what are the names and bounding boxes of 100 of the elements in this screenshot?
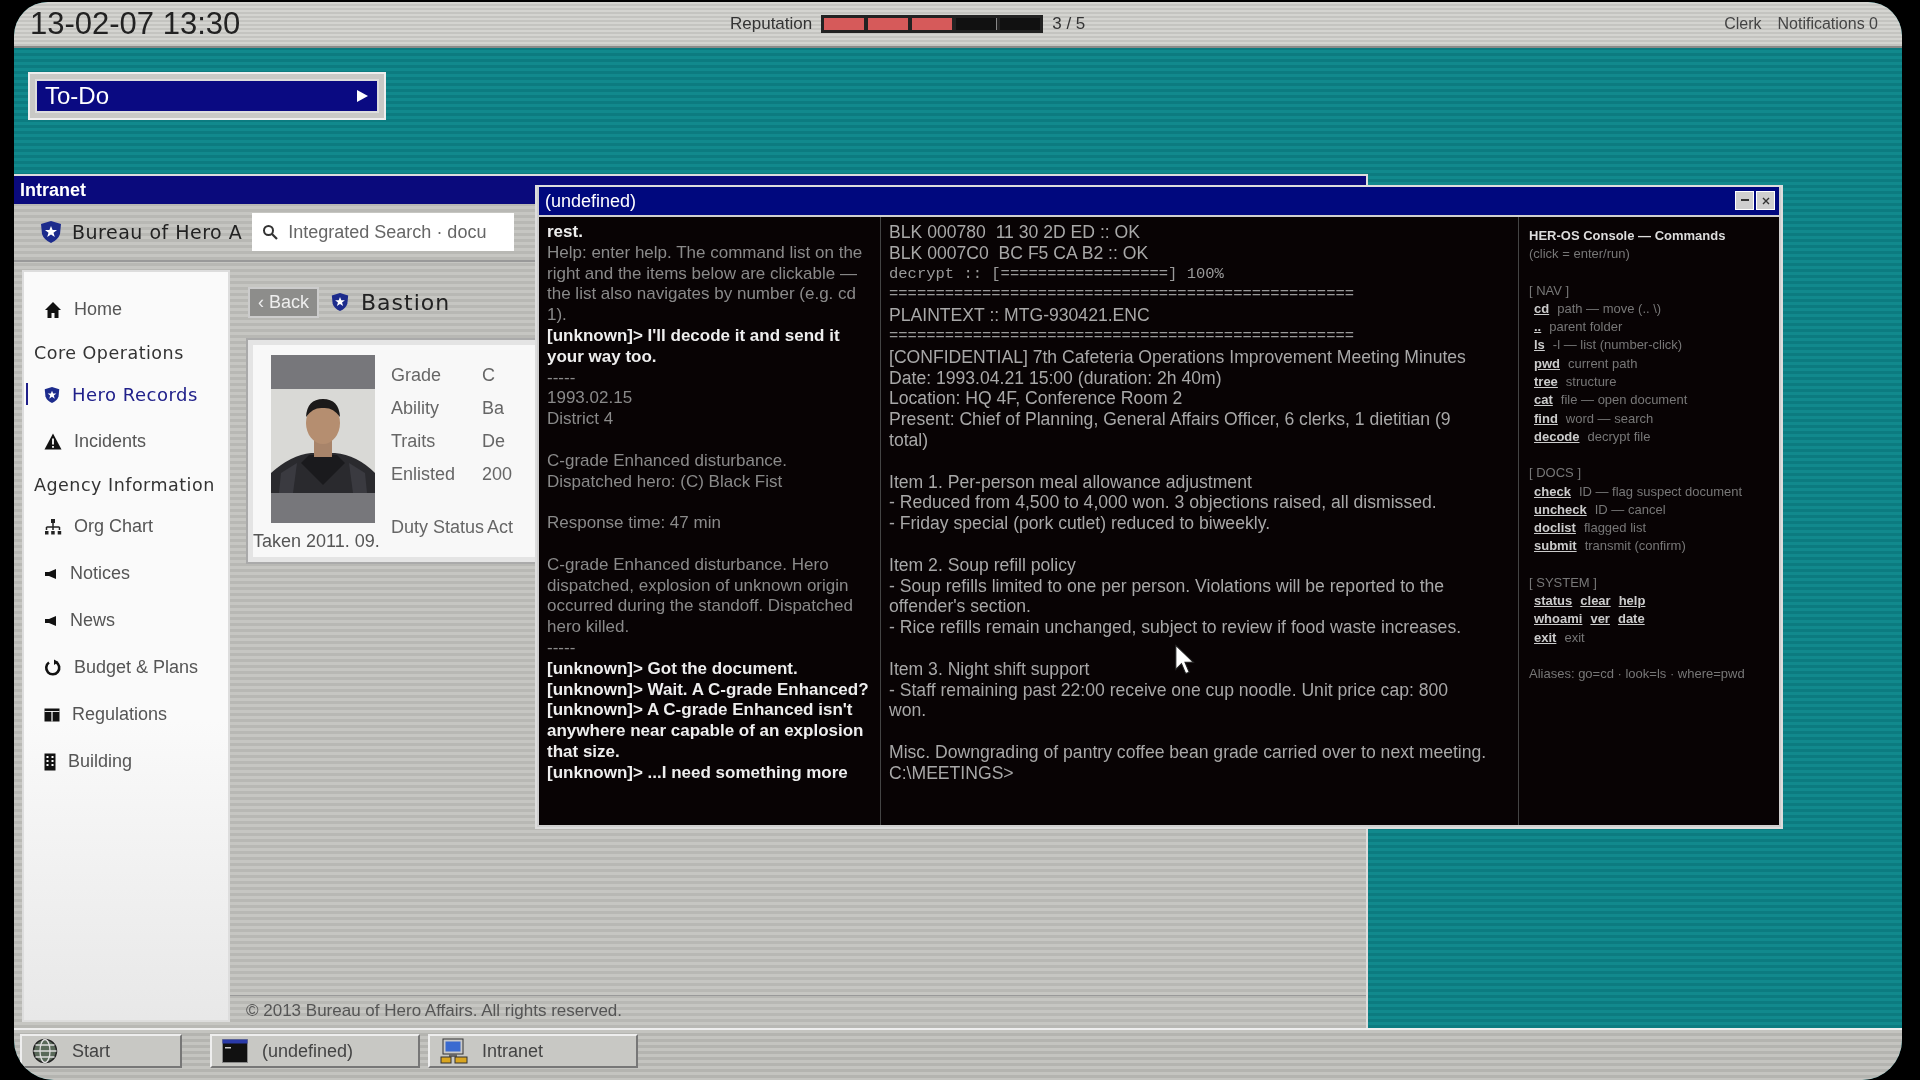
field-label: Enlisted	[391, 464, 457, 485]
console-line: Item 3. Night shift support	[889, 658, 1090, 680]
search-icon	[262, 224, 279, 240]
console-line: [unknown]> Wait. A C-grade Enhanced?	[547, 679, 869, 701]
console-line: -----	[547, 367, 576, 389]
field-value: Act	[487, 517, 514, 538]
console-line: - Rice refills remain unchanged, subject to review if food waste increases.	[889, 617, 1462, 638]
console-line: [unknown]> I'll decode it and send it your way too.	[547, 326, 841, 368]
sidebar-item[interactable]: News	[24, 597, 228, 644]
computer-icon	[440, 1038, 468, 1064]
console-line: [CONFIDENTIAL] 7th Cafeteria Operations Improvement Meeting Minutes	[889, 346, 1466, 368]
shield-icon	[331, 292, 349, 312]
sidebar-item[interactable]: Regulations	[24, 691, 228, 738]
building-icon	[44, 752, 56, 771]
sidebar-item[interactable]: Hero Records	[24, 371, 228, 418]
section-heading: [ SYSTEM ]	[1529, 573, 1598, 592]
sidebar-heading: Agency Information	[33, 474, 216, 497]
command-link[interactable]: uncheck	[1534, 500, 1587, 520]
field-value: De	[482, 431, 505, 452]
command-link[interactable]: exit	[1534, 628, 1557, 647]
minimize-icon	[1740, 199, 1749, 202]
command-link[interactable]: pwd	[1534, 354, 1560, 374]
sidebar-item[interactable]: Org Chart	[24, 503, 228, 550]
console-line: Location: HQ 4F, Conference Room 2	[889, 388, 1183, 410]
console-line: Response time: 47 min	[547, 513, 721, 534]
terminal-icon	[222, 1039, 248, 1063]
console-line: ==================================================	[889, 284, 1355, 306]
command-link[interactable]: cd	[1534, 299, 1550, 319]
command-link[interactable]: tree	[1534, 373, 1558, 392]
command-link[interactable]: ls	[1534, 336, 1545, 355]
close-button[interactable]	[1756, 191, 1775, 210]
sidebar-item[interactable]: Notices	[24, 550, 228, 597]
console-line: - Reduced from 4,500 to 4,000 won. 3 objections raised, all dismissed.	[889, 492, 1437, 514]
notifications-link[interactable]: Notifications 0	[1777, 15, 1878, 33]
command-link[interactable]: date	[1617, 610, 1645, 629]
aliases-text: Aliases: go=cd · look=ls · where=pwd	[1529, 664, 1746, 683]
commands-hint: (click = enter/run)	[1529, 245, 1631, 264]
command-description: path — move (.. \)	[1557, 299, 1662, 318]
console-line: C-grade Enhanced disturbance. Hero dispatched, explosion of unknown origin occurred during the standoff. Dispatched hero killed.	[547, 554, 854, 638]
sidebar-item[interactable]: Incidents	[24, 418, 228, 465]
photo-caption: Taken 2011. 09.	[253, 531, 381, 552]
command-description: ID — cancel	[1594, 500, 1666, 519]
commands-title: HER-OS Console — Commands	[1529, 227, 1727, 245]
command-link[interactable]: clear	[1580, 592, 1611, 611]
console-line: Misc. Downgrading of pantry coffee bean grade carried over to next meeting.	[889, 741, 1487, 763]
command-link[interactable]: cat	[1534, 391, 1553, 410]
field-value: C	[482, 365, 495, 386]
console-line: Dispatched hero: (C) Black Fist	[547, 471, 783, 493]
command-link[interactable]: check	[1534, 482, 1571, 501]
console-line: [unknown]> ...I need something more	[547, 762, 848, 784]
play-icon	[355, 89, 369, 103]
command-description: transmit (confirm)	[1584, 537, 1686, 556]
command-description: -l — list (number-click)	[1552, 336, 1683, 355]
command-link[interactable]: ver	[1590, 610, 1610, 629]
shield-icon	[44, 385, 60, 404]
shield-icon	[40, 220, 62, 244]
console-line: BLK 0007C0 BC F5 CA B2 :: OK	[889, 242, 1149, 264]
cursor-icon	[1174, 644, 1196, 675]
command-link[interactable]: help	[1618, 592, 1646, 611]
command-link[interactable]: whoami	[1534, 610, 1583, 629]
command-description: parent folder	[1549, 318, 1623, 337]
command-description: decrypt file	[1587, 427, 1651, 446]
command-link[interactable]: find	[1534, 409, 1558, 428]
field-value: Ba	[482, 398, 505, 419]
command-description: flagged list	[1583, 519, 1647, 538]
console-line: 1993.02.15	[547, 388, 633, 410]
console-line: - Friday special (pork cutlet) reduced to biweekly.	[889, 513, 1271, 534]
warning-icon	[44, 433, 62, 450]
organization-name: Bureau of Hero A	[72, 221, 243, 243]
taskbar-button[interactable]: (undefined)	[210, 1034, 420, 1068]
section-heading: [ DOCS ]	[1529, 464, 1582, 483]
field-label: Grade	[391, 365, 443, 386]
section-heading: [ NAV ]	[1529, 281, 1571, 300]
command-link[interactable]: decode	[1534, 427, 1580, 447]
command-link[interactable]: ..	[1534, 318, 1542, 337]
console-line: C-grade Enhanced disturbance.	[547, 450, 788, 472]
todo-button[interactable]: To-Do	[35, 79, 379, 113]
close-icon	[1761, 196, 1770, 205]
field-label: Ability	[391, 398, 440, 419]
sidebar-item[interactable]: Budget & Plans	[24, 644, 228, 691]
home-icon	[44, 300, 62, 319]
command-link[interactable]: doclist	[1534, 519, 1576, 538]
console-line: rest.	[547, 222, 583, 243]
minimize-button[interactable]	[1735, 191, 1754, 210]
sidebar-item[interactable]: Building	[24, 738, 228, 785]
console-line: C:\MEETINGS>	[889, 762, 1014, 784]
console-line: District 4	[547, 409, 614, 430]
sidebar-item[interactable]: Home	[24, 286, 228, 333]
console-line: Date: 1993.04.21 15:00 (duration: 2h 40m)	[889, 367, 1222, 389]
command-description: current path	[1568, 354, 1638, 373]
taskbar-button[interactable]: Intranet	[428, 1034, 638, 1068]
command-link[interactable]: submit	[1534, 537, 1577, 556]
start-button[interactable]: Start	[20, 1034, 182, 1068]
field-label: Traits	[391, 431, 437, 452]
command-description: exit	[1564, 628, 1585, 647]
field-label: Duty Status	[391, 517, 485, 538]
command-description: structure	[1565, 373, 1617, 392]
command-link[interactable]: status	[1534, 592, 1573, 611]
search-field[interactable]: Integrated Search · docu	[252, 213, 515, 251]
record-title: Bastion	[361, 289, 451, 315]
